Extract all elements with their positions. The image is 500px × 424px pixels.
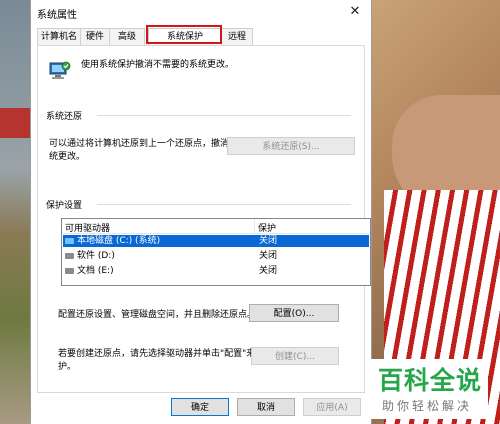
intro-text: 使用系统保护撤消不需要的系统更改。 <box>81 60 235 70</box>
restore-heading: 系统还原 <box>46 112 83 122</box>
drive-list[interactable]: 可用驱动器 保护 本地磁盘 (C:) (系统) 关闭 软件 (D:) 关闭 文档… <box>61 218 371 286</box>
restore-description: 可以通过将计算机还原到上一个还原点，撤消系统更改。 <box>49 139 239 162</box>
apply-button[interactable]: 应用(A) <box>303 398 361 416</box>
drive-protection: 关闭 <box>259 236 278 246</box>
drive-row-c[interactable]: 本地磁盘 (C:) (系统) 关闭 <box>63 235 369 247</box>
tab-remote[interactable]: 远程 <box>221 28 253 46</box>
ok-button[interactable]: 确定 <box>171 398 229 416</box>
restore-divider <box>97 115 351 116</box>
drive-row-e[interactable]: 文档 (E:) 关闭 <box>63 265 369 277</box>
drive-protection: 关闭 <box>259 251 278 261</box>
drive-list-header: 可用驱动器 保护 <box>62 219 370 234</box>
column-header-protection[interactable]: 保护 <box>258 221 276 234</box>
drive-icon <box>65 253 74 259</box>
tab-highlight-box <box>146 25 222 44</box>
protection-divider <box>97 204 351 205</box>
watermark-logo: 百科全说 助你轻松解决 <box>370 359 488 419</box>
background-red-sign <box>0 108 30 138</box>
column-divider <box>254 219 255 233</box>
system-properties-dialog: 系统属性 ✕ 计算机名 硬件 高级 系统保护 远程 使用系统保护撤消不需要的系统… <box>30 0 372 424</box>
drive-row-d[interactable]: 软件 (D:) 关闭 <box>63 250 369 262</box>
system-protection-icon <box>49 61 71 79</box>
tab-computer-name[interactable]: 计算机名 <box>37 28 81 46</box>
drive-name: 软件 (D:) <box>77 251 115 261</box>
window-title: 系统属性 <box>37 10 77 21</box>
drive-protection: 关闭 <box>259 266 278 276</box>
drive-name: 本地磁盘 (C:) (系统) <box>77 236 161 246</box>
watermark-subtitle: 助你轻松解决 <box>382 399 473 413</box>
drive-icon <box>65 238 74 244</box>
title-bar: 系统属性 ✕ <box>31 0 371 26</box>
watermark-title: 百科全说 <box>378 366 483 395</box>
cancel-button[interactable]: 取消 <box>237 398 295 416</box>
system-restore-button[interactable]: 系统还原(S)... <box>227 137 355 155</box>
configure-button[interactable]: 配置(O)... <box>249 304 339 322</box>
tab-advanced[interactable]: 高级 <box>109 28 145 46</box>
configure-description: 配置还原设置、管理磁盘空间，并且删除还原点。 <box>58 310 257 320</box>
close-icon[interactable]: ✕ <box>345 3 365 21</box>
tab-hardware[interactable]: 硬件 <box>80 28 110 46</box>
drive-name: 文档 (E:) <box>77 266 114 276</box>
drive-icon <box>65 268 74 274</box>
column-header-drive[interactable]: 可用驱动器 <box>65 221 110 234</box>
protection-heading: 保护设置 <box>46 201 83 211</box>
background-photo-left <box>0 0 30 424</box>
create-button[interactable]: 创建(C)... <box>251 347 339 365</box>
